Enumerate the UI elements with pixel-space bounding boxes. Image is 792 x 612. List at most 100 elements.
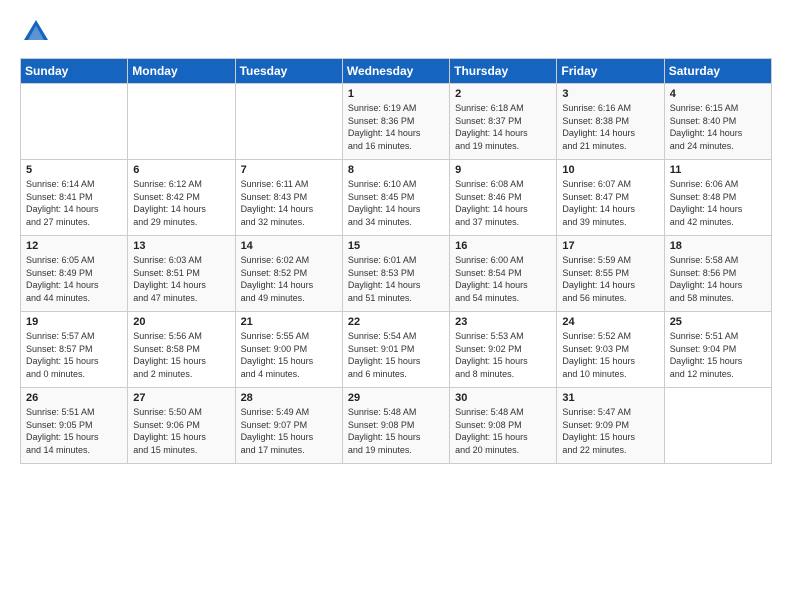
- calendar-cell: 4 Sunrise: 6:15 AM Sunset: 8:40 PM Daylig…: [664, 84, 771, 160]
- calendar-table: SundayMondayTuesdayWednesdayThursdayFrid…: [20, 58, 772, 464]
- day-number: 23: [455, 316, 551, 328]
- calendar-cell: 5Sunrise: 6:14 AM Sunset: 8:41 PM Daylig…: [21, 160, 128, 236]
- calendar-cell: [664, 388, 771, 464]
- day-info: Sunrise: 5:55 AM Sunset: 9:00 PM Dayligh…: [241, 330, 337, 380]
- day-info: Sunrise: 6:07 AM Sunset: 8:47 PM Dayligh…: [562, 178, 658, 228]
- day-info: Sunrise: 6:10 AM Sunset: 8:45 PM Dayligh…: [348, 178, 444, 228]
- day-info: Sunrise: 5:53 AM Sunset: 9:02 PM Dayligh…: [455, 330, 551, 380]
- day-number: 13: [133, 240, 229, 252]
- calendar-cell: 30 Sunrise: 5:48 AM Sunset: 9:08 PM Dayli…: [450, 388, 557, 464]
- day-number: 17: [562, 240, 658, 252]
- day-number: 9: [455, 164, 551, 176]
- day-info: Sunrise: 6:11 AM Sunset: 8:43 PM Dayligh…: [241, 178, 337, 228]
- day-number: 21: [241, 316, 337, 328]
- day-number: 7: [241, 164, 337, 176]
- calendar-cell: [128, 84, 235, 160]
- day-number: 30: [455, 392, 551, 404]
- day-number: 3: [562, 88, 658, 100]
- day-info: Sunrise: 5:56 AM Sunset: 8:58 PM Dayligh…: [133, 330, 229, 380]
- day-info: Sunrise: 5:59 AM Sunset: 8:55 PM Dayligh…: [562, 254, 658, 304]
- logo-icon: [20, 16, 52, 48]
- calendar-cell: 12 Sunrise: 6:05 AM Sunset: 8:49 PM Dayli…: [21, 236, 128, 312]
- week-row-4: 19 Sunrise: 5:57 AM Sunset: 8:57 PM Dayli…: [21, 312, 772, 388]
- header-row: SundayMondayTuesdayWednesdayThursdayFrid…: [21, 59, 772, 84]
- calendar-cell: 19 Sunrise: 5:57 AM Sunset: 8:57 PM Dayli…: [21, 312, 128, 388]
- day-number: 6: [133, 164, 229, 176]
- calendar-cell: 14 Sunrise: 6:02 AM Sunset: 8:52 PM Dayli…: [235, 236, 342, 312]
- day-info: Sunrise: 6:19 AM Sunset: 8:36 PM Dayligh…: [348, 102, 444, 152]
- day-info: Sunrise: 5:48 AM Sunset: 9:08 PM Dayligh…: [455, 406, 551, 456]
- day-info: Sunrise: 5:52 AM Sunset: 9:03 PM Dayligh…: [562, 330, 658, 380]
- day-info: Sunrise: 5:54 AM Sunset: 9:01 PM Dayligh…: [348, 330, 444, 380]
- calendar-cell: 10 Sunrise: 6:07 AM Sunset: 8:47 PM Dayli…: [557, 160, 664, 236]
- day-info: Sunrise: 6:01 AM Sunset: 8:53 PM Dayligh…: [348, 254, 444, 304]
- page-header: [20, 16, 772, 48]
- calendar-cell: 3 Sunrise: 6:16 AM Sunset: 8:38 PM Daylig…: [557, 84, 664, 160]
- day-number: 18: [670, 240, 766, 252]
- header-day-friday: Friday: [557, 59, 664, 84]
- day-info: Sunrise: 5:57 AM Sunset: 8:57 PM Dayligh…: [26, 330, 122, 380]
- day-info: Sunrise: 6:05 AM Sunset: 8:49 PM Dayligh…: [26, 254, 122, 304]
- day-info: Sunrise: 6:02 AM Sunset: 8:52 PM Dayligh…: [241, 254, 337, 304]
- day-info: Sunrise: 6:03 AM Sunset: 8:51 PM Dayligh…: [133, 254, 229, 304]
- day-number: 8: [348, 164, 444, 176]
- calendar-cell: 20 Sunrise: 5:56 AM Sunset: 8:58 PM Dayli…: [128, 312, 235, 388]
- calendar-cell: 25Sunrise: 5:51 AM Sunset: 9:04 PM Dayli…: [664, 312, 771, 388]
- day-number: 12: [26, 240, 122, 252]
- day-info: Sunrise: 6:12 AM Sunset: 8:42 PM Dayligh…: [133, 178, 229, 228]
- header-day-sunday: Sunday: [21, 59, 128, 84]
- calendar-cell: 21 Sunrise: 5:55 AM Sunset: 9:00 PM Dayli…: [235, 312, 342, 388]
- calendar-cell: 28Sunrise: 5:49 AM Sunset: 9:07 PM Dayli…: [235, 388, 342, 464]
- calendar-cell: 24 Sunrise: 5:52 AM Sunset: 9:03 PM Dayli…: [557, 312, 664, 388]
- calendar-cell: 8 Sunrise: 6:10 AM Sunset: 8:45 PM Daylig…: [342, 160, 449, 236]
- day-number: 4: [670, 88, 766, 100]
- week-row-1: 1 Sunrise: 6:19 AM Sunset: 8:36 PM Daylig…: [21, 84, 772, 160]
- day-number: 14: [241, 240, 337, 252]
- day-info: Sunrise: 6:18 AM Sunset: 8:37 PM Dayligh…: [455, 102, 551, 152]
- calendar-cell: 22Sunrise: 5:54 AM Sunset: 9:01 PM Dayli…: [342, 312, 449, 388]
- day-number: 24: [562, 316, 658, 328]
- calendar-cell: 1 Sunrise: 6:19 AM Sunset: 8:36 PM Daylig…: [342, 84, 449, 160]
- day-number: 2: [455, 88, 551, 100]
- day-number: 20: [133, 316, 229, 328]
- week-row-3: 12 Sunrise: 6:05 AM Sunset: 8:49 PM Dayli…: [21, 236, 772, 312]
- calendar-cell: 7 Sunrise: 6:11 AM Sunset: 8:43 PM Daylig…: [235, 160, 342, 236]
- calendar-cell: 11 Sunrise: 6:06 AM Sunset: 8:48 PM Dayli…: [664, 160, 771, 236]
- week-row-5: 26 Sunrise: 5:51 AM Sunset: 9:05 PM Dayli…: [21, 388, 772, 464]
- calendar-cell: 16Sunrise: 6:00 AM Sunset: 8:54 PM Dayli…: [450, 236, 557, 312]
- day-number: 31: [562, 392, 658, 404]
- day-number: 15: [348, 240, 444, 252]
- calendar-cell: 17 Sunrise: 5:59 AM Sunset: 8:55 PM Dayli…: [557, 236, 664, 312]
- day-info: Sunrise: 5:49 AM Sunset: 9:07 PM Dayligh…: [241, 406, 337, 456]
- calendar-cell: 27Sunrise: 5:50 AM Sunset: 9:06 PM Dayli…: [128, 388, 235, 464]
- day-info: Sunrise: 5:58 AM Sunset: 8:56 PM Dayligh…: [670, 254, 766, 304]
- day-number: 16: [455, 240, 551, 252]
- day-info: Sunrise: 5:48 AM Sunset: 9:08 PM Dayligh…: [348, 406, 444, 456]
- calendar-cell: [235, 84, 342, 160]
- day-number: 25: [670, 316, 766, 328]
- calendar-cell: 29 Sunrise: 5:48 AM Sunset: 9:08 PM Dayli…: [342, 388, 449, 464]
- calendar-cell: [21, 84, 128, 160]
- calendar-cell: 2 Sunrise: 6:18 AM Sunset: 8:37 PM Daylig…: [450, 84, 557, 160]
- calendar-cell: 26 Sunrise: 5:51 AM Sunset: 9:05 PM Dayli…: [21, 388, 128, 464]
- week-row-2: 5Sunrise: 6:14 AM Sunset: 8:41 PM Daylig…: [21, 160, 772, 236]
- header-day-wednesday: Wednesday: [342, 59, 449, 84]
- day-info: Sunrise: 5:51 AM Sunset: 9:05 PM Dayligh…: [26, 406, 122, 456]
- calendar-cell: 31Sunrise: 5:47 AM Sunset: 9:09 PM Dayli…: [557, 388, 664, 464]
- day-info: Sunrise: 6:14 AM Sunset: 8:41 PM Dayligh…: [26, 178, 122, 228]
- day-number: 19: [26, 316, 122, 328]
- day-info: Sunrise: 6:15 AM Sunset: 8:40 PM Dayligh…: [670, 102, 766, 152]
- calendar-cell: 9Sunrise: 6:08 AM Sunset: 8:46 PM Daylig…: [450, 160, 557, 236]
- header-day-saturday: Saturday: [664, 59, 771, 84]
- day-number: 26: [26, 392, 122, 404]
- calendar-page: SundayMondayTuesdayWednesdayThursdayFrid…: [0, 0, 792, 612]
- header-day-tuesday: Tuesday: [235, 59, 342, 84]
- day-number: 29: [348, 392, 444, 404]
- logo: [20, 16, 56, 48]
- day-info: Sunrise: 6:16 AM Sunset: 8:38 PM Dayligh…: [562, 102, 658, 152]
- header-day-thursday: Thursday: [450, 59, 557, 84]
- day-number: 10: [562, 164, 658, 176]
- day-number: 1: [348, 88, 444, 100]
- day-info: Sunrise: 6:06 AM Sunset: 8:48 PM Dayligh…: [670, 178, 766, 228]
- day-number: 11: [670, 164, 766, 176]
